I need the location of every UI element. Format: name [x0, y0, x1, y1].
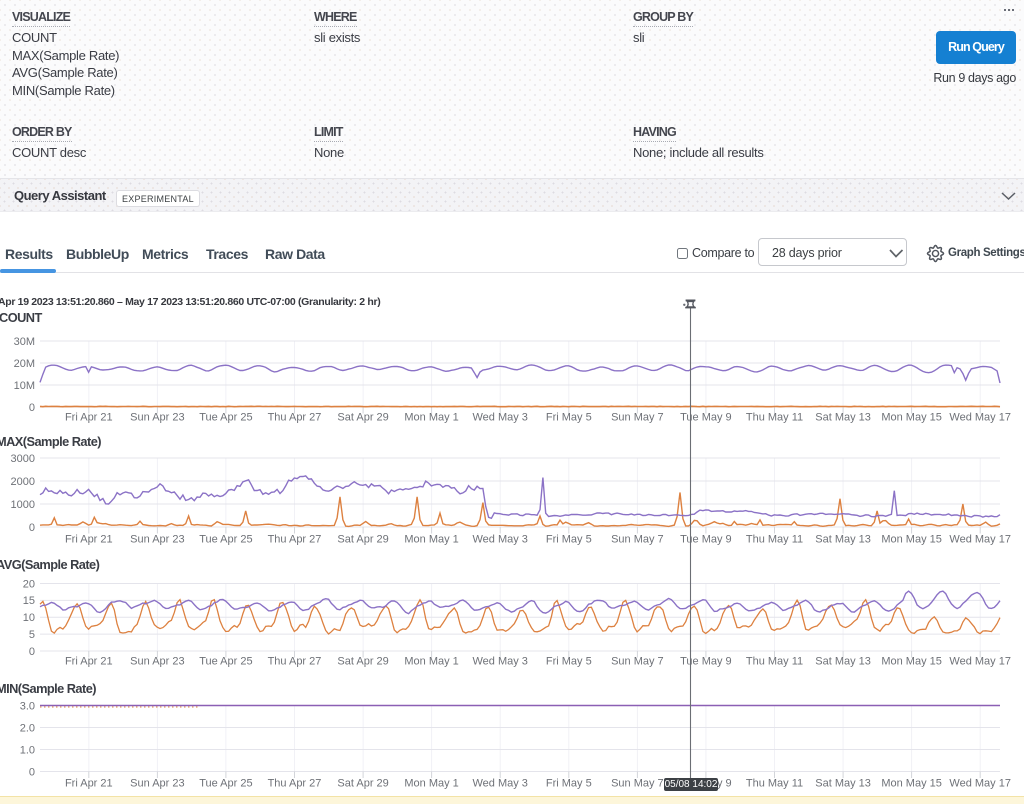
svg-text:Sun May 7: Sun May 7: [611, 412, 664, 424]
svg-text:Sun Apr 23: Sun Apr 23: [130, 656, 184, 668]
svg-text:Thu Apr 27: Thu Apr 27: [268, 778, 322, 790]
svg-text:Wed May 3: Wed May 3: [472, 656, 527, 668]
svg-text:Fri May 5: Fri May 5: [546, 656, 592, 668]
svg-text:0: 0: [29, 766, 35, 778]
svg-text:Sat Apr 29: Sat Apr 29: [337, 534, 388, 546]
svg-text:Tue May 9: Tue May 9: [680, 412, 732, 424]
svg-text:Thu Apr 27: Thu Apr 27: [268, 412, 322, 424]
svg-text:Thu Apr 27: Thu Apr 27: [268, 534, 322, 546]
svg-text:Sun Apr 23: Sun Apr 23: [130, 778, 184, 790]
svg-text:Sat Apr 29: Sat Apr 29: [337, 778, 388, 790]
svg-text:1000: 1000: [11, 499, 35, 511]
svg-text:Sat Apr 29: Sat Apr 29: [337, 656, 388, 668]
svg-text:2.0: 2.0: [20, 722, 35, 734]
svg-text:Mon May 15: Mon May 15: [881, 534, 942, 546]
svg-text:20M: 20M: [14, 358, 35, 370]
svg-text:Mon May 1: Mon May 1: [404, 778, 458, 790]
svg-text:Tue Apr 25: Tue Apr 25: [199, 656, 252, 668]
svg-text:Sun May 7: Sun May 7: [611, 656, 664, 668]
svg-text:Wed May 17: Wed May 17: [949, 656, 1011, 668]
svg-text:5: 5: [29, 629, 35, 641]
svg-text:Sat May 13: Sat May 13: [815, 778, 871, 790]
svg-text:Wed May 3: Wed May 3: [472, 778, 527, 790]
svg-text:0: 0: [29, 522, 35, 534]
svg-text:Mon May 1: Mon May 1: [404, 656, 458, 668]
svg-text:Fri Apr 21: Fri Apr 21: [65, 778, 113, 790]
svg-text:Wed May 17: Wed May 17: [949, 778, 1011, 790]
svg-text:Thu May 11: Thu May 11: [746, 778, 803, 790]
svg-text:Fri May 5: Fri May 5: [546, 534, 592, 546]
svg-text:Mon May 1: Mon May 1: [404, 412, 458, 424]
svg-text:1.0: 1.0: [20, 744, 35, 756]
svg-text:20: 20: [23, 578, 35, 590]
svg-text:Sun May 7: Sun May 7: [611, 534, 664, 546]
svg-text:Mon May 15: Mon May 15: [881, 412, 942, 424]
svg-text:Wed May 17: Wed May 17: [949, 534, 1011, 546]
svg-text:Sun Apr 23: Sun Apr 23: [130, 534, 184, 546]
svg-text:10: 10: [23, 612, 35, 624]
svg-text:10M: 10M: [14, 380, 35, 392]
svg-text:Thu May 11: Thu May 11: [746, 412, 803, 424]
svg-text:Sat Apr 29: Sat Apr 29: [337, 412, 388, 424]
svg-text:Tue May 9: Tue May 9: [680, 534, 732, 546]
svg-text:Fri Apr 21: Fri Apr 21: [65, 534, 113, 546]
svg-text:Wed May 3: Wed May 3: [472, 412, 527, 424]
svg-text:Sat May 13: Sat May 13: [815, 656, 871, 668]
svg-text:0: 0: [29, 402, 35, 414]
svg-text:Tue Apr 25: Tue Apr 25: [199, 412, 252, 424]
svg-text:30M: 30M: [14, 336, 35, 348]
svg-text:Fri May 5: Fri May 5: [546, 778, 592, 790]
svg-text:Sat May 13: Sat May 13: [815, 534, 871, 546]
svg-text:Thu May 11: Thu May 11: [746, 534, 803, 546]
svg-text:Fri May 5: Fri May 5: [546, 412, 592, 424]
svg-text:Wed May 3: Wed May 3: [472, 534, 527, 546]
svg-text:0: 0: [29, 646, 35, 658]
svg-text:Sat May 13: Sat May 13: [815, 412, 871, 424]
svg-text:Sun May 7: Sun May 7: [611, 778, 664, 790]
svg-text:Thu May 11: Thu May 11: [746, 656, 803, 668]
svg-text:Tue May 9: Tue May 9: [680, 656, 732, 668]
svg-text:Thu Apr 27: Thu Apr 27: [268, 656, 322, 668]
svg-text:3.0: 3.0: [20, 700, 35, 712]
svg-text:Wed May 17: Wed May 17: [949, 412, 1011, 424]
svg-text:Fri Apr 21: Fri Apr 21: [65, 656, 113, 668]
svg-text:Mon May 15: Mon May 15: [881, 656, 942, 668]
svg-text:Mon May 15: Mon May 15: [881, 778, 942, 790]
svg-text:Fri Apr 21: Fri Apr 21: [65, 412, 113, 424]
svg-text:Tue Apr 25: Tue Apr 25: [199, 778, 252, 790]
svg-text:Mon May 1: Mon May 1: [404, 534, 458, 546]
svg-text:Tue Apr 25: Tue Apr 25: [199, 534, 252, 546]
svg-text:3000: 3000: [11, 453, 35, 465]
svg-text:Sun Apr 23: Sun Apr 23: [130, 412, 184, 424]
svg-text:15: 15: [23, 595, 35, 607]
svg-text:2000: 2000: [11, 476, 35, 488]
